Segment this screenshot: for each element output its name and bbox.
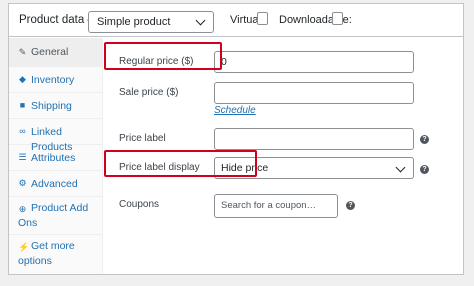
tab-shipping[interactable]: ■ Shipping — [9, 93, 103, 119]
tab-attributes[interactable]: ☰ Attributes — [9, 145, 103, 171]
tab-label: General — [31, 46, 69, 58]
tab-label: Get more options — [18, 240, 75, 267]
sale-price-input[interactable] — [214, 82, 414, 104]
help-icon[interactable]: ? — [346, 201, 355, 210]
wrench-icon: ✎ — [18, 47, 27, 57]
tab-general[interactable]: ✎ General — [9, 38, 103, 67]
product-data-header: Product data — Simple product Virtual: D… — [9, 4, 463, 37]
help-icon[interactable]: ? — [420, 165, 429, 174]
tag-icon: ◆ — [19, 74, 26, 84]
price-label-label: Price label — [119, 133, 166, 144]
truck-icon: ■ — [19, 100, 26, 110]
link-icon: ∞ — [19, 126, 26, 136]
product-data-tabs: ✎ General ◆ Inventory ■ Shipping ∞ Linke… — [9, 38, 103, 274]
tab-label: Advanced — [31, 178, 78, 190]
coupon-search-placeholder: Search for a coupon… — [221, 200, 317, 211]
tab-label: Attributes — [31, 152, 76, 164]
price-label-input[interactable] — [214, 128, 414, 150]
tab-label: Inventory — [31, 74, 75, 86]
chevron-down-icon — [395, 162, 406, 173]
regular-price-highlight — [104, 42, 222, 70]
downloadable-checkbox[interactable] — [332, 12, 343, 25]
tab-advanced[interactable]: ⚙ Advanced — [9, 171, 103, 197]
panel-title: Product data — — [19, 14, 99, 26]
regular-price-input[interactable]: 0 — [214, 51, 414, 73]
tab-label: Shipping — [31, 100, 72, 112]
gear-icon: ⚙ — [18, 178, 27, 188]
product-type-value: Simple product — [97, 16, 171, 28]
coupons-label: Coupons — [119, 199, 160, 210]
tab-linked-products[interactable]: ∞ Linked Products — [9, 119, 103, 153]
tab-label: Product Add Ons — [18, 202, 89, 229]
sale-price-label: Sale price ($) — [119, 87, 179, 98]
virtual-checkbox[interactable] — [257, 12, 268, 25]
coupon-search-input[interactable]: Search for a coupon… — [214, 194, 338, 218]
product-type-select[interactable]: Simple product — [88, 11, 214, 33]
tab-get-more-options[interactable]: ⚡ Get more options — [9, 235, 103, 271]
price-label-display-highlight — [104, 150, 257, 177]
chevron-down-icon — [195, 15, 206, 26]
tab-inventory[interactable]: ◆ Inventory — [9, 67, 103, 93]
tab-product-add-ons[interactable]: ⊕ Product Add Ons — [9, 197, 103, 235]
help-icon[interactable]: ? — [420, 135, 429, 144]
schedule-link[interactable]: Schedule — [214, 105, 256, 116]
list-icon: ☰ — [18, 152, 27, 162]
product-data-panel: Product data — Simple product Virtual: D… — [8, 3, 464, 275]
